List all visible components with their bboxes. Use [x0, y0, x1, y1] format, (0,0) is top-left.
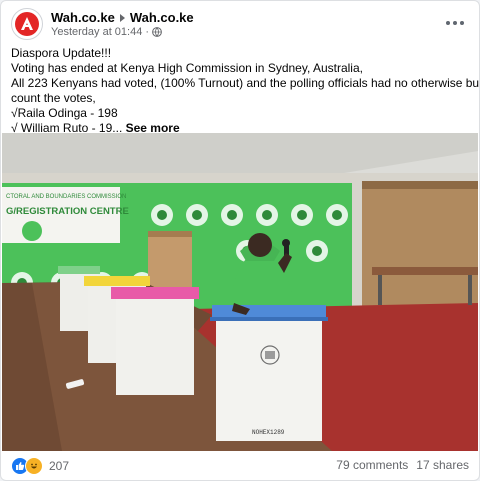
post-line: √Raila Odinga - 198 — [11, 106, 118, 120]
post-photo[interactable]: CTORAL AND BOUNDARIES COMMISSION G/REGIS… — [2, 133, 478, 451]
shares-count[interactable]: 17 shares — [416, 458, 469, 472]
reactions-summary[interactable]: 207 — [11, 457, 69, 475]
comments-count[interactable]: 79 comments — [336, 458, 408, 472]
dot-icon — [460, 21, 464, 25]
box-serial-text: NOHEX1289 — [252, 429, 285, 436]
post-footer: 207 79 comments 17 shares — [11, 456, 469, 476]
dot-icon — [453, 21, 457, 25]
logo-icon — [15, 12, 39, 36]
banner-top-text: CTORAL AND BOUNDARIES COMMISSION — [6, 194, 126, 200]
page-name: Wah.co.ke Wah.co.ke — [51, 10, 194, 25]
post-line: count the votes, — [11, 91, 96, 105]
shared-to-link[interactable]: Wah.co.ke — [130, 10, 194, 25]
shared-arrow-icon — [119, 13, 125, 22]
post-meta: Yesterday at 01:44 · — [51, 26, 162, 38]
post-timestamp[interactable]: Yesterday at 01:44 — [51, 26, 142, 38]
post-line: All 223 Kenyans had voted, (100% Turnout… — [11, 76, 480, 90]
meta-separator: · — [145, 26, 150, 38]
polling-station-image: CTORAL AND BOUNDARIES COMMISSION G/REGIS… — [2, 133, 478, 451]
post-line: Diaspora Update!!! — [11, 46, 112, 60]
page-name-link[interactable]: Wah.co.ke — [51, 10, 115, 25]
globe-icon — [152, 27, 162, 37]
haha-reaction-icon — [25, 457, 43, 475]
post-card: Wah.co.ke Wah.co.ke Yesterday at 01:44 ·… — [0, 0, 480, 481]
banner-main-text: G/REGISTRATION CENTRE — [6, 206, 129, 217]
reaction-count: 207 — [49, 459, 70, 473]
dot-icon — [446, 21, 450, 25]
page-avatar[interactable] — [11, 8, 43, 40]
post-line: Voting has ended at Kenya High Commissio… — [11, 61, 363, 75]
engagement-stats: 79 comments 17 shares — [336, 458, 469, 472]
post-header: Wah.co.ke Wah.co.ke Yesterday at 01:44 · — [11, 8, 469, 42]
more-options-button[interactable] — [441, 11, 469, 35]
post-text: Diaspora Update!!! Voting has ended at K… — [11, 46, 480, 136]
